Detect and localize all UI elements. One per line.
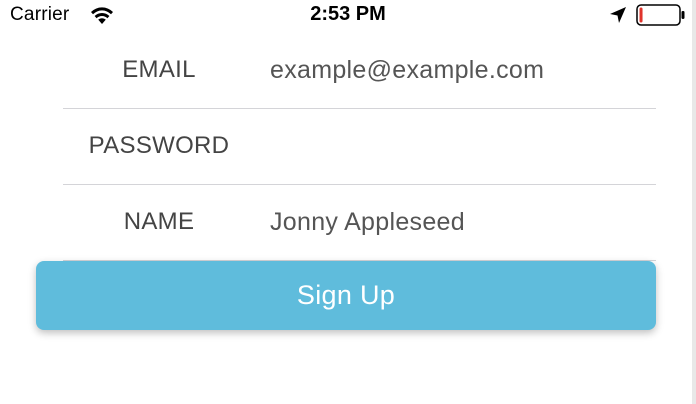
signup-screen: Carrier 2:53 PM EMAIL PASSWORD NAME Sign… bbox=[0, 0, 696, 404]
name-row: NAME bbox=[63, 184, 656, 261]
password-row: PASSWORD bbox=[63, 108, 656, 185]
password-label: PASSWORD bbox=[88, 132, 230, 159]
status-time: 2:53 PM bbox=[310, 3, 386, 25]
email-row: EMAIL bbox=[63, 32, 656, 109]
location-arrow-icon bbox=[610, 7, 626, 23]
password-field[interactable] bbox=[270, 130, 640, 162]
screen-edge bbox=[692, 0, 696, 404]
sign-up-button[interactable]: Sign Up bbox=[36, 261, 656, 330]
name-field[interactable] bbox=[270, 206, 640, 238]
battery-low-icon bbox=[636, 4, 685, 26]
battery-fill bbox=[639, 7, 643, 23]
email-field[interactable] bbox=[270, 54, 640, 86]
status-bar: Carrier 2:53 PM bbox=[0, 0, 696, 32]
email-label: EMAIL bbox=[122, 56, 196, 83]
name-label: NAME bbox=[123, 208, 195, 235]
